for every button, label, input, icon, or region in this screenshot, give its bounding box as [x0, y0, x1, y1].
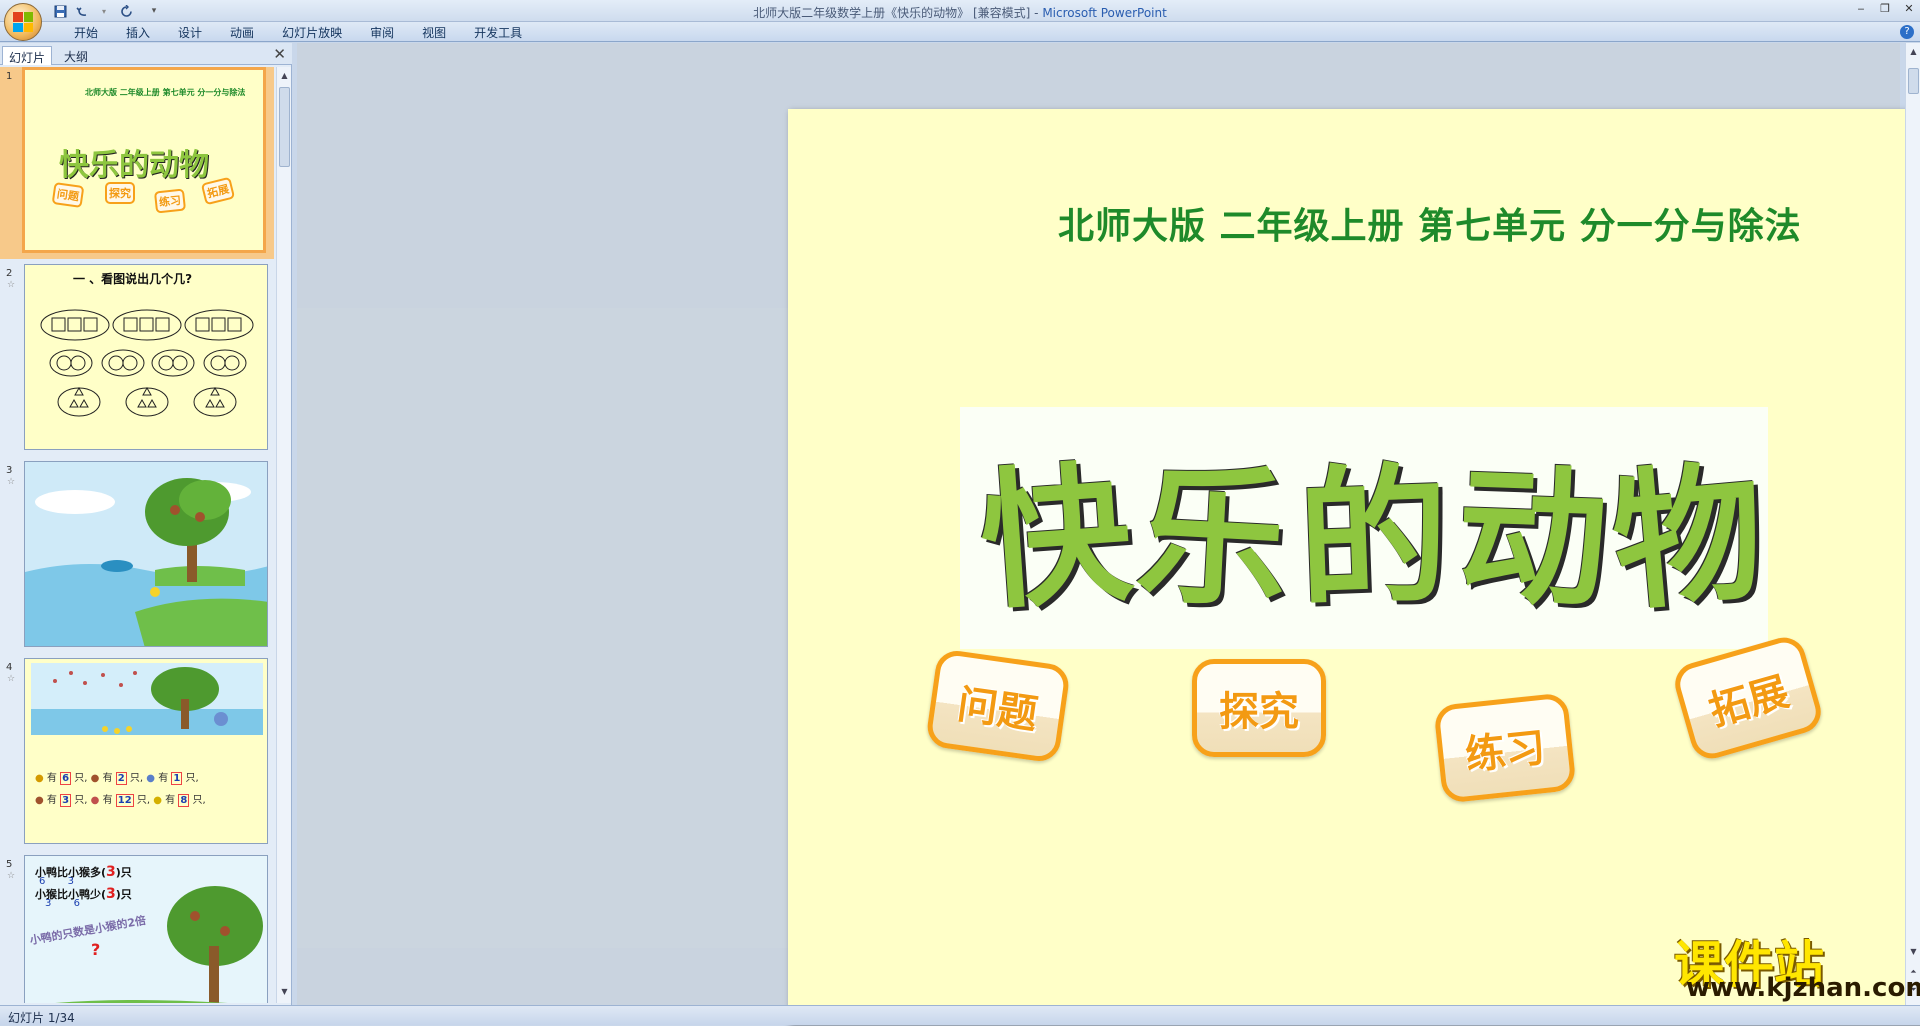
thumbnail-title: 快乐的动物	[59, 148, 209, 183]
ribbon: 开始 插入 设计 动画 幻灯片放映 审阅 视图 开发工具 ?	[0, 22, 1920, 42]
slide-thumbnail-3[interactable]: 3 ☆	[0, 461, 274, 653]
badge-label: 拓展	[1704, 668, 1794, 735]
thumbnail-number: 5	[6, 859, 13, 870]
slide-title-image[interactable]: 快 乐 的 动 物	[960, 407, 1771, 649]
animation-star-icon: ☆	[7, 674, 16, 684]
title-bar: ▾ ▾ 北师大版二年级数学上册《快乐的动物》 [兼容模式] - Microsof…	[0, 0, 1920, 22]
slide-thumbnail-4[interactable]: 4 ☆ ● 有 6 只, ● 有 2 只, ● 有 1 只, ● 有 3 只, …	[0, 658, 274, 850]
ribbon-tabs: 开始 插入 设计 动画 幻灯片放映 审阅 视图 开发工具	[60, 25, 536, 41]
panel-tabs: 幻灯片 大纲 ✕	[0, 43, 292, 65]
thumbnail-number: 3	[6, 465, 13, 476]
slide-thumbnail-2[interactable]: 2 ☆ 一 、看图说出几个几?	[0, 264, 274, 456]
thumbnail-preview: 北师大版 二年级上册 第七单元 分一分与除法 快乐的动物 问题 探究 练习 拓展	[22, 67, 266, 253]
title-char: 的	[1295, 449, 1452, 629]
tab-slideshow[interactable]: 幻灯片放映	[268, 25, 356, 41]
title-char: 乐	[1132, 448, 1292, 630]
tab-developer[interactable]: 开发工具	[460, 25, 536, 41]
window-title: 北师大版二年级数学上册《快乐的动物》 [兼容模式] - Microsoft Po…	[0, 4, 1920, 21]
title-char: 动	[1454, 449, 1611, 629]
tab-design[interactable]: 设计	[164, 25, 216, 41]
main-scrollbar[interactable]: ▲ ▼ ⏶ ⏷	[1905, 43, 1920, 1005]
scrollbar-thumb[interactable]	[1908, 68, 1919, 94]
scroll-down-icon[interactable]: ▼	[1907, 945, 1920, 959]
office-logo-icon	[13, 12, 33, 32]
tab-slides[interactable]: 幻灯片	[2, 46, 53, 65]
minimize-icon[interactable]: ‒	[1854, 2, 1868, 16]
close-panel-icon[interactable]: ✕	[273, 45, 286, 63]
slide-thumbnail-1[interactable]: 1 北师大版 二年级上册 第七单元 分一分与除法 快乐的动物 问题 探究 练习 …	[0, 67, 274, 259]
status-bar: 幻灯片 1/34	[0, 1005, 1920, 1025]
slide-subtitle[interactable]: 北师大版 二年级上册 第七单元 分一分与除法	[1058, 197, 1802, 249]
thumbnail-fraction-2: 3 6	[45, 898, 81, 909]
badge-label: 问题	[954, 681, 1041, 739]
tab-home[interactable]: 开始	[60, 25, 112, 41]
current-slide[interactable]: 北师大版 二年级上册 第七单元 分一分与除法 快 乐 的 动 物 问题 探究 练…	[788, 109, 1920, 1025]
title-char: 快	[975, 446, 1137, 631]
badge-label: 探究	[1219, 689, 1299, 735]
thumbnail-shapes	[40, 309, 254, 417]
badge-question[interactable]: 问题	[924, 648, 1072, 764]
thumbnail-subtitle: 北师大版 二年级上册 第七单元 分一分与除法	[85, 88, 246, 97]
close-icon[interactable]: ✕	[1902, 2, 1916, 16]
thumbnail-count-row-2: ● 有 3 只, ● 有 12 只, ● 有 8 只,	[35, 794, 206, 807]
thumbnail-preview	[24, 461, 268, 647]
thumbnail-scrollbar[interactable]: ▲ ▼	[276, 67, 291, 1003]
thumbnail-badge: 探究	[105, 182, 135, 204]
animation-star-icon: ☆	[7, 280, 16, 290]
thumbnail-preview: 小鸭比小猴多(3)只 6 3 小猴比小鸭少(3)只 3 6 小鸭的只数是小猴的2…	[24, 855, 268, 1003]
document-title: 北师大版二年级数学上册《快乐的动物》 [兼容模式] -	[753, 6, 1043, 20]
thumbnail-badge: 练习	[153, 188, 187, 214]
thumbnail-list: 1 北师大版 二年级上册 第七单元 分一分与除法 快乐的动物 问题 探究 练习 …	[0, 67, 274, 1003]
thumbnail-preview: 一 、看图说出几个几?	[24, 264, 268, 450]
slide-counter: 幻灯片 1/34	[8, 1011, 75, 1025]
watermark-logo: 课件站 www.kjzhan.com	[1668, 925, 1920, 1005]
badge-label: 练习	[1463, 724, 1548, 780]
title-char: 物	[1605, 445, 1771, 633]
window-controls: ‒ ❐ ✕	[1854, 2, 1916, 16]
scroll-up-icon[interactable]: ▲	[1907, 45, 1920, 59]
slide-editing-area: 北师大版 二年级上册 第七单元 分一分与除法 快 乐 的 动 物 问题 探究 练…	[297, 43, 1920, 1025]
scroll-up-icon[interactable]: ▲	[278, 69, 291, 83]
thumbnail-badge: 问题	[51, 182, 85, 208]
slides-panel: 幻灯片 大纲 ✕ 1 北师大版 二年级上册 第七单元 分一分与除法 快乐的动物 …	[0, 43, 292, 1005]
animation-star-icon: ☆	[7, 477, 16, 487]
animation-star-icon: ☆	[7, 871, 16, 881]
thumbnail-preview: ● 有 6 只, ● 有 2 只, ● 有 1 只, ● 有 3 只, ● 有 …	[24, 658, 268, 844]
scrollbar-thumb[interactable]	[279, 87, 290, 167]
thumbnail-number: 4	[6, 662, 13, 673]
thumbnail-count-row-1: ● 有 6 只, ● 有 2 只, ● 有 1 只,	[35, 772, 199, 785]
tab-outline[interactable]: 大纲	[58, 46, 94, 65]
help-icon[interactable]: ?	[1900, 25, 1914, 39]
app-name: Microsoft PowerPoint	[1042, 6, 1167, 20]
watermark-url: www.kjzhan.com	[1686, 973, 1920, 1003]
restore-icon[interactable]: ❐	[1878, 2, 1892, 16]
river-scene-image	[25, 462, 267, 646]
thumbnail-number: 2	[6, 268, 13, 279]
badge-explore[interactable]: 探究	[1192, 659, 1326, 757]
slide-thumbnail-5[interactable]: 5 ☆ 小鸭比小猴多(3)只 6 3 小猴比小鸭少(3)只 3 6 小鸭的只数是…	[0, 855, 274, 1003]
tab-view[interactable]: 视图	[408, 25, 460, 41]
tab-review[interactable]: 审阅	[356, 25, 408, 41]
office-button[interactable]	[4, 3, 42, 41]
animals-scene-image	[31, 663, 263, 735]
badge-practice[interactable]: 练习	[1433, 692, 1577, 804]
thumbnail-number: 1	[6, 71, 13, 82]
badge-extend[interactable]: 拓展	[1670, 632, 1826, 764]
tab-insert[interactable]: 插入	[112, 25, 164, 41]
scroll-down-icon[interactable]: ▼	[278, 985, 291, 999]
thumbnail-question-mark: ?	[91, 940, 101, 959]
tab-animation[interactable]: 动画	[216, 25, 268, 41]
